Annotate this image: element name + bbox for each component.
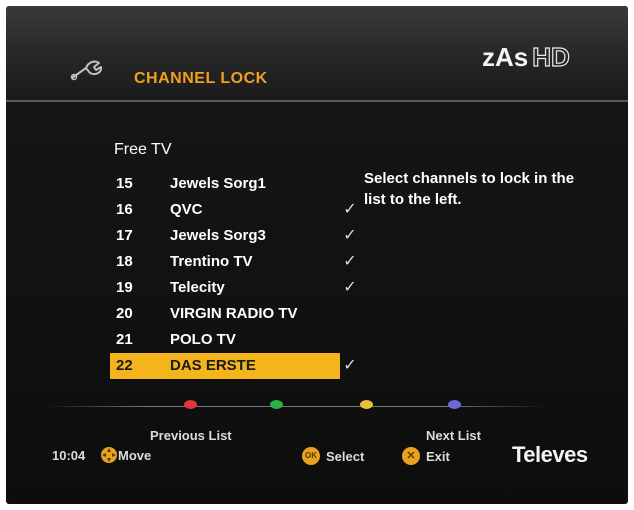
- yellow-key-icon[interactable]: [360, 400, 373, 409]
- lock-check-icon: ✓: [343, 201, 357, 218]
- lock-check-icon: [340, 327, 360, 353]
- lock-check-icon: ✓: [343, 279, 357, 296]
- red-key-icon[interactable]: [184, 400, 197, 409]
- channel-name: Jewels Sorg1: [170, 175, 266, 192]
- navigate-pad-icon: [101, 447, 117, 463]
- channel-row[interactable]: 21 POLO TV: [110, 327, 340, 353]
- channel-row[interactable]: 16 QVC: [110, 197, 340, 223]
- page-title: CHANNEL LOCK: [134, 70, 268, 87]
- channel-name: Trentino TV: [170, 253, 253, 270]
- green-key-icon[interactable]: [270, 400, 283, 409]
- lock-check-icon: [340, 301, 360, 327]
- footer-divider: [46, 406, 546, 407]
- blue-key-icon[interactable]: [448, 400, 461, 409]
- channel-list: 15 Jewels Sorg1 16 QVC 17 Jewels Sorg3 18 Trent…: [110, 171, 340, 379]
- channel-row[interactable]: 17 Jewels Sorg3: [110, 223, 340, 249]
- channel-number: 16: [116, 201, 133, 218]
- ok-button-icon[interactable]: OK: [302, 447, 320, 465]
- channel-name: POLO TV: [170, 331, 236, 348]
- clock-time: 10:04: [52, 448, 86, 463]
- channel-number: 22: [116, 357, 133, 374]
- lock-check-icon: [340, 171, 360, 197]
- channel-row[interactable]: 20 VIRGIN RADIO TV: [110, 301, 340, 327]
- channel-number: 18: [116, 253, 133, 270]
- channel-name: Telecity: [170, 279, 225, 296]
- channel-number: 21: [116, 331, 133, 348]
- channel-number: 20: [116, 305, 133, 322]
- move-label: Move: [118, 448, 152, 463]
- list-section-title: Free TV: [114, 141, 172, 158]
- previous-list-label[interactable]: Previous List: [150, 428, 232, 443]
- channel-name: QVC: [170, 201, 203, 218]
- lock-check-icon: ✓: [343, 357, 357, 374]
- channel-row[interactable]: 15 Jewels Sorg1: [110, 171, 340, 197]
- channel-row[interactable]: 18 Trentino TV: [110, 249, 340, 275]
- tv-screen: CHANNEL LOCK zAs HD Free TV 15 Jewels Sorg…: [6, 6, 628, 504]
- televes-logo: Televes: [512, 442, 588, 467]
- channel-row[interactable]: 19 Telecity: [110, 275, 340, 301]
- channel-number: 17: [116, 227, 133, 244]
- lock-check-column: ✓ ✓ ✓ ✓ ✓: [340, 171, 360, 379]
- header-divider: [6, 100, 628, 102]
- help-text: Select channels to lock in the list to t…: [364, 170, 575, 208]
- select-label: Select: [326, 449, 365, 464]
- brand-hd: HD: [532, 41, 571, 72]
- lock-check-icon: ✓: [343, 253, 357, 270]
- channel-row[interactable]: 22 DAS ERSTE: [110, 353, 340, 379]
- exit-label: Exit: [426, 449, 450, 464]
- channel-number: 15: [116, 175, 133, 192]
- next-list-label[interactable]: Next List: [426, 428, 481, 443]
- lock-check-icon: ✓: [343, 227, 357, 244]
- channel-name: VIRGIN RADIO TV: [170, 305, 298, 322]
- wrench-icon: [70, 60, 103, 81]
- channel-number: 19: [116, 279, 133, 296]
- channel-name: Jewels Sorg3: [170, 227, 266, 244]
- brand-logo: zAs HD: [482, 41, 571, 73]
- exit-button-icon[interactable]: ✕: [402, 447, 420, 465]
- channel-name: DAS ERSTE: [170, 357, 256, 374]
- brand-main: zAs: [482, 42, 529, 72]
